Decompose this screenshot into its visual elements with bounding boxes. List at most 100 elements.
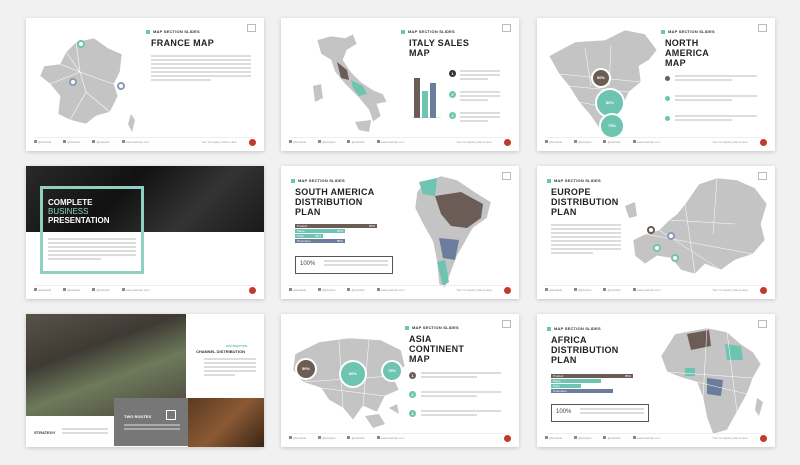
slide-france-map[interactable]: MAP SECTION SLIDES FRANCE MAP @website @…: [26, 18, 264, 151]
slide-footer: @website @website @website www.website.c…: [34, 285, 256, 294]
strategy-text: [62, 428, 108, 436]
slide-italy-sales-map[interactable]: MAP SECTION SLIDES ITALY SALES MAP 1 2 3…: [281, 18, 519, 151]
slide-complete-business-presentation[interactable]: COMPLETE BUSINESS PRESENTATION @website …: [26, 166, 264, 299]
company-seal-icon: [504, 138, 511, 146]
globe-icon: [376, 140, 380, 143]
section-kicker: MAP SECTION SLIDES: [547, 326, 601, 331]
slide-asia-continent-map[interactable]: 50% 80% 75% MAP SECTION SLIDES ASIA CONT…: [281, 314, 519, 447]
slide-north-america-map[interactable]: 50% 80% 75% MAP SECTION SLIDES NORTH AME…: [537, 18, 775, 151]
twitter-icon: [289, 288, 292, 291]
facebook-icon: [574, 140, 578, 143]
map-pin-icon[interactable]: [77, 40, 85, 48]
map-pin-icon[interactable]: [671, 254, 679, 262]
twitter-icon: [545, 140, 548, 143]
globe-icon: [632, 140, 636, 143]
slide-south-america-distribution-plan[interactable]: MAP SECTION SLIDES SOUTH AMERICA DISTRIB…: [281, 166, 519, 299]
africa-map: [660, 327, 763, 435]
globe-icon: [376, 436, 380, 439]
slide-footer: @website @website @website www.website.c…: [289, 433, 511, 442]
section-kicker: MAP SECTION SLIDES: [146, 29, 200, 34]
percent-circle: 50%: [591, 68, 611, 88]
company-seal-icon: [249, 138, 256, 146]
slide-footer: @website @website @website www.website.c…: [545, 137, 767, 146]
map-pin-icon[interactable]: [69, 78, 77, 86]
section-kicker: MAP SECTION SLIDES: [405, 325, 459, 330]
slide-europe-distribution-plan[interactable]: MAP SECTION SLIDES EUROPE DISTRIBUTION P…: [537, 166, 775, 299]
globe-icon: [632, 436, 636, 439]
slide-footer: @website @website @website www.website.c…: [289, 137, 511, 146]
cover-title: COMPLETE BUSINESS PRESENTATION: [48, 198, 110, 225]
list-number: 1: [449, 70, 456, 77]
bar-promotion: Promotion: [551, 389, 613, 393]
bar-product: Product 85%: [295, 224, 377, 228]
slide-title: NORTH AMERICA MAP: [665, 38, 710, 68]
body-text: [151, 55, 251, 83]
linkedin-icon: [603, 288, 607, 291]
map-pin-icon[interactable]: [647, 226, 655, 234]
section-kicker-small: DISTRIBUTION: [226, 344, 248, 348]
linkedin-icon: [347, 436, 351, 439]
slide-title: ASIA CONTINENT MAP: [409, 334, 465, 364]
map-pin-icon[interactable]: [667, 232, 675, 240]
section-kicker: MAP SECTION SLIDES: [661, 29, 715, 34]
bar-promotion: Promotion 55%: [295, 239, 345, 243]
twitter-icon: [545, 288, 548, 291]
truck-icon: [166, 410, 176, 420]
page-number-box: [247, 24, 256, 32]
map-pin-icon[interactable]: [117, 82, 125, 90]
percent-circle: 80%: [339, 360, 367, 388]
globe-icon: [376, 288, 380, 291]
twitter-icon: [34, 140, 37, 143]
percent-circle: 75%: [599, 113, 625, 139]
coffee-bean-photo: [188, 398, 264, 447]
list-number: 2: [449, 91, 456, 98]
slide-title: SOUTH AMERICA DISTRIBUTION PLAN: [295, 187, 375, 217]
slide-title: AFRICA DISTRIBUTION PLAN: [551, 335, 619, 365]
list-text: [421, 372, 501, 380]
body-text: [204, 358, 256, 378]
slide-channel-distribution-strategy[interactable]: TWO ROUTES DISTRIBUTION CHANNEL DISTRIBU…: [26, 314, 264, 447]
strategy-label: STRATEGY: [34, 430, 56, 435]
section-kicker: MAP SECTION SLIDES: [291, 178, 345, 183]
globe-icon: [632, 288, 636, 291]
facebook-icon: [318, 436, 322, 439]
bar-price: Price: [551, 384, 581, 388]
slide-heading: CHANNEL DISTRIBUTION: [196, 349, 246, 354]
linkedin-icon: [92, 140, 96, 143]
list-text: [460, 70, 500, 82]
facebook-icon: [63, 140, 67, 143]
linkedin-icon: [347, 288, 351, 291]
slide-footer: @website @website @website www.website.c…: [289, 285, 511, 294]
company-seal-icon: [504, 286, 511, 294]
list-text: [675, 115, 757, 123]
twitter-icon: [545, 436, 548, 439]
page-number-box: [502, 320, 511, 328]
slide-title: EUROPE DISTRIBUTION PLAN: [551, 187, 619, 217]
list-text: [460, 112, 500, 124]
facebook-icon: [574, 436, 578, 439]
map-pin-icon[interactable]: [653, 244, 661, 252]
italy-mini-bar-chart: [411, 78, 441, 118]
bar-price: Price 25%: [295, 234, 323, 238]
slide-title: FRANCE MAP: [151, 38, 214, 48]
percent-circle: 75%: [381, 360, 403, 382]
linkedin-icon: [92, 288, 96, 291]
percent-summary-box: 100%: [551, 404, 649, 422]
list-number: 2: [409, 391, 416, 398]
slide-footer: @website @website @website www.website.c…: [34, 137, 256, 146]
bullet-dot: [665, 96, 670, 101]
distribution-bars: Product 85% Place 65% Price 25% Promotion 55…: [295, 224, 377, 244]
globe-icon: [121, 140, 125, 143]
company-seal-icon: [760, 138, 767, 146]
page-number-box: [502, 24, 511, 32]
percent-circle: 50%: [295, 358, 317, 380]
slide-africa-distribution-plan[interactable]: MAP SECTION SLIDES AFRICA DISTRIBUTION P…: [537, 314, 775, 447]
bullet-dot: [665, 76, 670, 81]
body-text: [551, 224, 621, 256]
section-kicker: MAP SECTION SLIDES: [401, 29, 455, 34]
list-number: 3: [449, 112, 456, 119]
linkedin-icon: [347, 140, 351, 143]
italy-map: [313, 33, 388, 132]
page-number-box: [758, 24, 767, 32]
globe-icon: [121, 288, 125, 291]
